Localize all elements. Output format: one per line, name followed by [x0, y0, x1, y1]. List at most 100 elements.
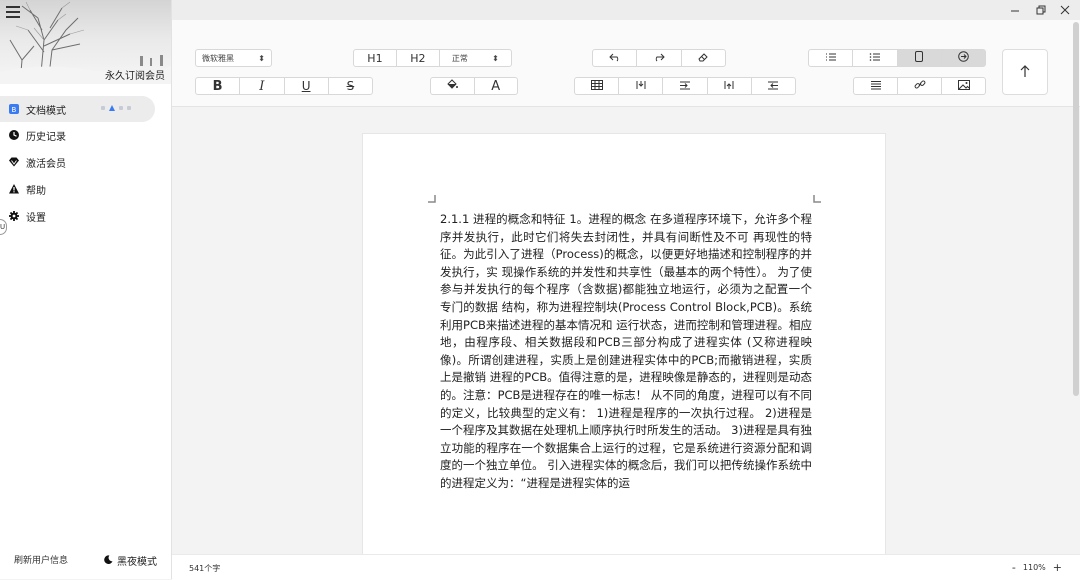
- scroll-to-top-button[interactable]: [1002, 49, 1048, 95]
- document-mode-icon: B: [9, 104, 19, 114]
- fill-color-button[interactable]: [431, 78, 475, 94]
- close-icon[interactable]: [1058, 3, 1072, 17]
- delete-row-button[interactable]: [752, 78, 795, 94]
- document-page: 2.1.1 进程的概念和特征 1。进程的概念 在多道程序环境下，允许多个程序并发…: [362, 133, 886, 560]
- banner-image: 永久订阅会员: [0, 0, 171, 84]
- history-group: [592, 49, 726, 67]
- sidebar-item-label: 文档模式: [26, 105, 66, 117]
- dark-mode-toggle[interactable]: 黑夜模式: [104, 553, 157, 568]
- page-mode-button[interactable]: [897, 50, 942, 66]
- column-insert-icon: [635, 80, 647, 93]
- eraser-icon: [697, 52, 709, 65]
- color-group: A: [430, 77, 518, 95]
- bold-button[interactable]: B: [196, 78, 241, 94]
- zoom-control: - 110% +: [1012, 561, 1062, 574]
- text-style-group: B I U S: [195, 77, 373, 95]
- sidebar-item-settings[interactable]: 设置: [0, 203, 155, 229]
- strikethrough-icon: S: [346, 79, 355, 93]
- margin-corner-top-left: [428, 195, 436, 203]
- diamond-icon: [9, 157, 19, 167]
- zoom-in-button[interactable]: +: [1053, 561, 1062, 574]
- row-insert-icon: [679, 80, 691, 93]
- minimize-icon[interactable]: [1008, 3, 1022, 17]
- font-color-icon: A: [491, 78, 501, 94]
- column-delete-icon: [723, 80, 735, 93]
- font-family-value: 微软雅黑: [202, 53, 234, 63]
- row-delete-icon: [767, 80, 779, 93]
- align-button[interactable]: [854, 78, 898, 94]
- arrow-circle-icon: [958, 51, 969, 65]
- sidebar-item-label: 帮助: [26, 185, 46, 197]
- ordered-list-button[interactable]: [809, 50, 854, 66]
- insert-column-button[interactable]: [619, 78, 664, 94]
- sidebar-item-document-mode[interactable]: B 文档模式: [0, 96, 155, 122]
- paragraph-style-value: 正常: [451, 53, 468, 63]
- sidebar-item-activate-member[interactable]: 激活会员: [0, 149, 155, 175]
- sidebar: 永久订阅会员 B 文档模式 历史记录 激活会员 帮助 设置 U 刷新用户信息 黑…: [0, 0, 172, 579]
- arrow-up-icon: [1019, 63, 1031, 82]
- sidebar-collapse-handle[interactable]: U: [0, 219, 7, 235]
- redo-button[interactable]: [637, 50, 682, 66]
- align-justify-icon: [870, 80, 882, 93]
- sidebar-item-label: 历史记录: [26, 131, 66, 143]
- svg-text:B: B: [12, 106, 17, 114]
- editor-toolbar: 微软雅黑 ⬍ H1 H2 正常 ⬍ B I U S A: [172, 20, 1080, 107]
- zoom-out-button[interactable]: -: [1012, 561, 1016, 574]
- page-icon: [914, 51, 924, 65]
- sidebar-item-label: 设置: [26, 212, 46, 224]
- word-count: 541个字: [189, 564, 221, 573]
- strikethrough-button[interactable]: S: [329, 78, 372, 94]
- bullet-list-icon: [869, 52, 881, 65]
- select-arrows-icon: ⬍: [258, 53, 265, 63]
- table-group: [574, 77, 796, 95]
- heading-1-button[interactable]: H1: [354, 50, 397, 66]
- font-family-select[interactable]: 微软雅黑 ⬍: [195, 49, 272, 67]
- status-bar: 541个字 - 110% +: [172, 554, 1080, 580]
- italic-button[interactable]: I: [240, 78, 285, 94]
- undo-icon: [608, 52, 621, 65]
- heading-2-label: H2: [410, 51, 426, 65]
- dark-mode-label: 黑夜模式: [117, 557, 157, 568]
- heading-1-label: H1: [367, 51, 383, 65]
- sidebar-item-help[interactable]: 帮助: [0, 176, 155, 202]
- gear-icon: [9, 211, 19, 221]
- list-group: [808, 49, 986, 67]
- underline-button[interactable]: U: [285, 78, 329, 94]
- window-titlebar: [172, 0, 1080, 20]
- image-icon: [957, 79, 970, 93]
- paragraph-style-select[interactable]: 正常 ⬍: [440, 50, 511, 66]
- mode-indicator: [101, 105, 131, 111]
- heading-group: H1 H2 正常 ⬍: [353, 49, 512, 67]
- vertical-scrollbar[interactable]: [1073, 22, 1079, 396]
- document-body-text[interactable]: 2.1.1 进程的概念和特征 1。进程的概念 在多道程序环境下，允许多个程序并发…: [440, 211, 812, 509]
- insert-image-button[interactable]: [942, 78, 985, 94]
- select-arrows-icon: ⬍: [492, 53, 499, 63]
- refresh-user-info-button[interactable]: 刷新用户信息: [14, 553, 68, 566]
- sidebar-item-history[interactable]: 历史记录: [0, 122, 155, 148]
- ordered-list-icon: [825, 52, 837, 65]
- redo-icon: [653, 52, 665, 65]
- undo-button[interactable]: [593, 50, 638, 66]
- heading-2-button[interactable]: H2: [397, 50, 440, 66]
- document-canvas: 2.1.1 进程的概念和特征 1。进程的概念 在多道程序环境下，允许多个程序并发…: [172, 107, 1072, 560]
- warning-icon: [9, 184, 19, 194]
- clear-format-button[interactable]: [682, 50, 725, 66]
- margin-corner-top-right: [813, 195, 821, 203]
- bullet-list-button[interactable]: [853, 50, 898, 66]
- insert-group: [853, 77, 986, 95]
- delete-column-button[interactable]: [708, 78, 752, 94]
- insert-table-button[interactable]: [575, 78, 620, 94]
- moon-icon: [104, 554, 113, 567]
- insert-link-button[interactable]: [898, 78, 942, 94]
- next-arrow-button[interactable]: [941, 50, 985, 66]
- bold-icon: B: [212, 78, 223, 94]
- menu-icon[interactable]: [6, 6, 20, 18]
- link-icon: [914, 79, 926, 93]
- restore-icon[interactable]: [1034, 3, 1048, 17]
- italic-icon: I: [259, 78, 265, 94]
- table-icon: [590, 79, 603, 93]
- insert-row-button[interactable]: [663, 78, 708, 94]
- zoom-level: 110%: [1022, 563, 1046, 572]
- font-color-button[interactable]: A: [475, 78, 518, 94]
- membership-label: 永久订阅会员: [105, 71, 165, 82]
